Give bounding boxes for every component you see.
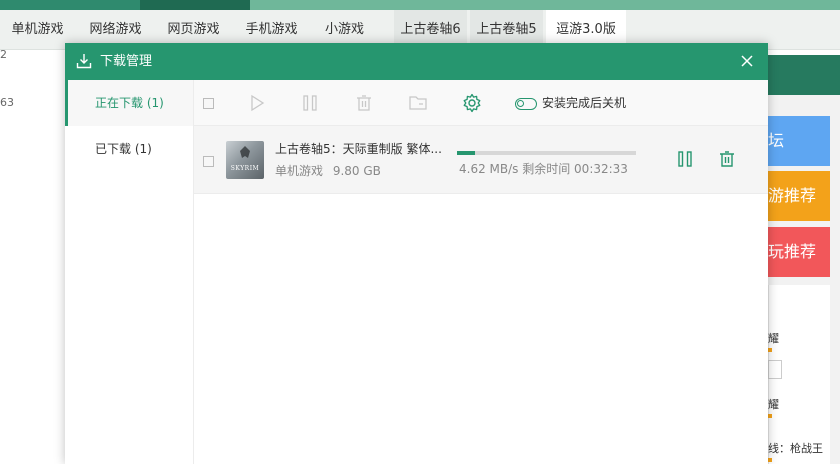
folder-icon[interactable] [408, 93, 428, 113]
download-icon [76, 54, 92, 69]
play-icon[interactable] [247, 93, 267, 113]
game-recommend-button[interactable]: 游推荐 [768, 171, 830, 221]
shutdown-toggle[interactable] [515, 98, 537, 110]
tab-downloaded[interactable]: 已下载 (1) [65, 126, 193, 172]
right-text: 耀 [768, 332, 779, 345]
banner-light-segment [250, 0, 840, 10]
side-number: 2 [0, 48, 7, 61]
dialog-title: 下载管理 [100, 54, 153, 69]
game-name: 上古卷轴5：天际重制版 繁体... [275, 142, 442, 156]
right-text: 耀 [768, 398, 779, 411]
download-manager-dialog: 下载管理 正在下载 (1) 已下载 (1) 安装完成后关机 SKYRIM 上古卷… [65, 43, 768, 464]
settings-gear-icon[interactable] [462, 93, 482, 113]
progress-fill [457, 151, 475, 155]
trash-icon[interactable] [354, 93, 374, 113]
side-number: 63 [0, 96, 14, 109]
row-trash-icon[interactable] [717, 149, 737, 169]
select-all-checkbox[interactable] [203, 98, 214, 109]
right-header-block [768, 55, 840, 95]
download-row: SKYRIM 上古卷轴5：天际重制版 繁体... 单机游戏 9.80 GB 4.… [194, 126, 768, 194]
tab-downloading[interactable]: 正在下载 (1) [65, 80, 193, 126]
fun-recommend-button[interactable]: 玩推荐 [768, 227, 830, 277]
row-checkbox[interactable] [203, 156, 214, 167]
dialog-header: 下载管理 [65, 43, 768, 80]
game-meta: 单机游戏 9.80 GB [275, 162, 381, 179]
toolbar: 安装完成后关机 [194, 80, 768, 126]
star-icon [768, 458, 772, 462]
right-input-box[interactable] [768, 360, 782, 379]
banner-dark-segment [140, 0, 250, 10]
nav-tab-single[interactable]: 单机游戏 [0, 10, 75, 50]
star-icon [768, 348, 772, 352]
top-banner [0, 0, 840, 10]
row-pause-icon[interactable] [675, 149, 695, 169]
game-size: 9.80 GB [332, 164, 381, 178]
right-text[interactable]: 线：枪战王 [768, 440, 823, 456]
game-cover-logo: SKYRIM [230, 165, 260, 172]
forum-button[interactable]: 坛 [768, 116, 830, 166]
speed-remaining-text: 4.62 MB/s 剩余时间 00:32:33 [459, 162, 628, 176]
game-cover-image: SKYRIM [226, 141, 264, 179]
star-icon [768, 414, 772, 418]
close-icon[interactable] [737, 51, 757, 71]
pause-icon[interactable] [300, 93, 320, 113]
shutdown-toggle-label: 安装完成后关机 [542, 96, 627, 110]
game-category: 单机游戏 [275, 164, 324, 178]
progress-bar [457, 151, 636, 155]
dialog-sidebar: 正在下载 (1) 已下载 (1) [65, 80, 194, 464]
